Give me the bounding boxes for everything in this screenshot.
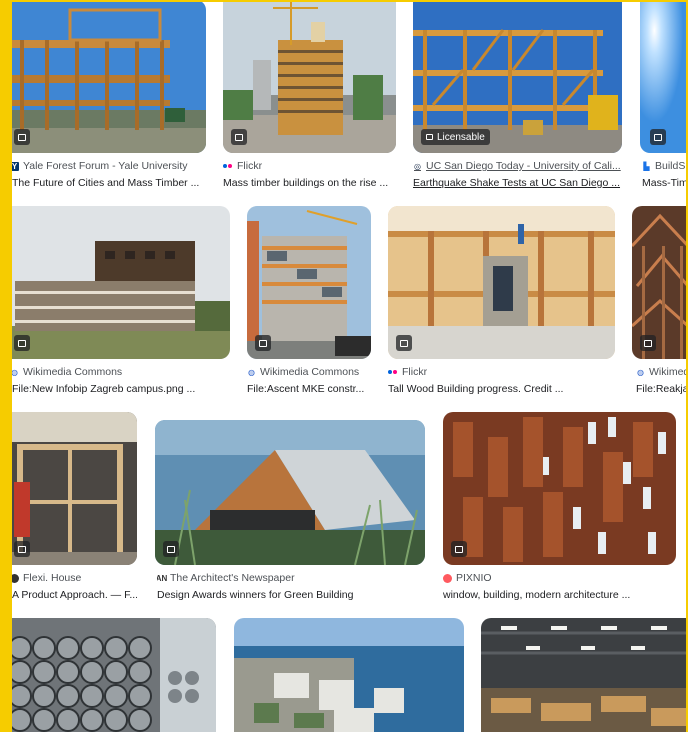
architects-newspaper-icon: AN	[157, 573, 168, 583]
result-thumbnail[interactable]	[0, 412, 137, 565]
licensable-badge: Licensable	[421, 129, 490, 145]
wikimedia-icon: ◍	[248, 367, 255, 377]
result-title[interactable]: File:Ascent MKE constr...	[247, 383, 371, 397]
image-result-card[interactable]	[0, 618, 216, 732]
image-result-card[interactable]: PIXNIO window, building, modern architec…	[443, 412, 676, 607]
result-title[interactable]: File:New Infobip Zagreb campus.png ...	[12, 383, 230, 397]
result-thumbnail[interactable]	[388, 206, 615, 359]
image-icon	[231, 129, 247, 145]
result-title[interactable]: A Product Approach. — F...	[12, 589, 137, 603]
wikimedia-icon: ◍	[637, 367, 644, 377]
result-thumbnail[interactable]	[247, 206, 371, 359]
result-title[interactable]: Design Awards winners for Green Building	[157, 589, 425, 603]
result-title[interactable]: File:Reakja	[636, 383, 686, 397]
result-thumbnail[interactable]	[0, 618, 216, 732]
source-label: Flickr	[237, 160, 263, 172]
frame-top-border	[0, 0, 688, 2]
image-icon	[255, 335, 271, 351]
source-label: PIXNIO	[456, 572, 492, 584]
image-icon	[451, 541, 467, 557]
image-icon	[14, 335, 30, 351]
result-thumbnail[interactable]: Licensable	[413, 0, 622, 153]
image-result-card[interactable]: ◍ Wikimedia Commons File:Ascent MKE cons…	[247, 206, 371, 401]
licensable-label: Licensable	[437, 131, 485, 143]
image-result-card[interactable]	[481, 618, 688, 732]
source-label: Wikimed	[649, 366, 686, 378]
image-result-card[interactable]: Flexi. House A Product Approach. — F...	[0, 412, 137, 607]
result-thumbnail[interactable]	[0, 0, 206, 153]
ucsd-icon: ◎	[414, 161, 421, 171]
flickr-icon	[388, 368, 398, 377]
result-title[interactable]: Mass-Tim	[642, 177, 686, 191]
image-result-card[interactable]: ◍ Wikimed File:Reakja	[632, 206, 688, 401]
flickr-icon	[223, 162, 233, 171]
image-result-card[interactable]: Y Yale Forest Forum - Yale University Th…	[0, 0, 206, 195]
source-label: The Architect's Newspaper	[170, 572, 295, 584]
result-source[interactable]: Flickr	[388, 365, 615, 379]
result-thumbnail[interactable]	[223, 0, 396, 153]
result-source[interactable]: ◍ Wikimedia Commons	[247, 365, 371, 379]
source-label: BuildS	[655, 160, 686, 172]
source-label: Yale Forest Forum - Yale University	[23, 160, 188, 172]
result-thumbnail[interactable]	[640, 0, 688, 153]
source-label: UC San Diego Today - University of Cali.…	[426, 160, 621, 172]
source-label: Wikimedia Commons	[23, 366, 123, 378]
frame-left-border	[0, 0, 12, 732]
image-icon	[650, 129, 666, 145]
result-thumbnail[interactable]	[0, 206, 230, 359]
result-source[interactable]: Y Yale Forest Forum - Yale University	[10, 159, 206, 173]
result-title[interactable]: window, building, modern architecture ..…	[443, 589, 676, 603]
image-icon	[163, 541, 179, 557]
result-title[interactable]: Tall Wood Building progress. Credit ...	[388, 383, 615, 397]
image-icon	[14, 541, 30, 557]
result-source[interactable]: PIXNIO	[443, 571, 676, 585]
result-source[interactable]: Flexi. House	[10, 571, 137, 585]
image-icon	[640, 335, 656, 351]
image-result-card[interactable]: Licensable ◎ UC San Diego Today - Univer…	[413, 0, 622, 195]
result-source[interactable]: AN The Architect's Newspaper	[157, 571, 425, 585]
source-label: Wikimedia Commons	[260, 366, 360, 378]
source-label: Flickr	[402, 366, 428, 378]
result-title[interactable]: Mass timber buildings on the rise ...	[223, 177, 396, 191]
image-icon	[396, 335, 412, 351]
result-thumbnail[interactable]	[443, 412, 676, 565]
result-source[interactable]: Flickr	[223, 159, 396, 173]
image-result-card[interactable]: AN The Architect's Newspaper Design Awar…	[155, 412, 425, 607]
result-title[interactable]: The Future of Cities and Mass Timber ...	[12, 177, 206, 191]
image-result-card[interactable]	[234, 618, 464, 732]
image-icon	[426, 134, 433, 140]
result-thumbnail[interactable]	[155, 420, 425, 565]
image-result-card[interactable]: ◍ Wikimedia Commons File:New Infobip Zag…	[0, 206, 230, 401]
result-thumbnail[interactable]	[632, 206, 688, 359]
image-result-card[interactable]: Flickr Tall Wood Building progress. Cred…	[388, 206, 615, 401]
result-title[interactable]: Earthquake Shake Tests at UC San Diego .…	[413, 177, 622, 191]
result-thumbnail[interactable]	[234, 618, 464, 732]
result-source[interactable]: ◍ Wikimed	[636, 365, 686, 379]
result-source[interactable]: ◍ Wikimedia Commons	[10, 365, 230, 379]
image-icon	[14, 129, 30, 145]
result-thumbnail[interactable]	[481, 618, 688, 732]
building-icon: ▙	[643, 161, 650, 171]
result-source[interactable]: ◎ UC San Diego Today - University of Cal…	[413, 159, 622, 173]
image-result-card[interactable]: Flickr Mass timber buildings on the rise…	[223, 0, 396, 195]
image-result-card[interactable]: ▙ BuildS Mass-Tim	[640, 0, 688, 195]
pixnio-icon	[443, 573, 452, 583]
source-label: Flexi. House	[23, 572, 82, 584]
result-source[interactable]: ▙ BuildS	[642, 159, 686, 173]
